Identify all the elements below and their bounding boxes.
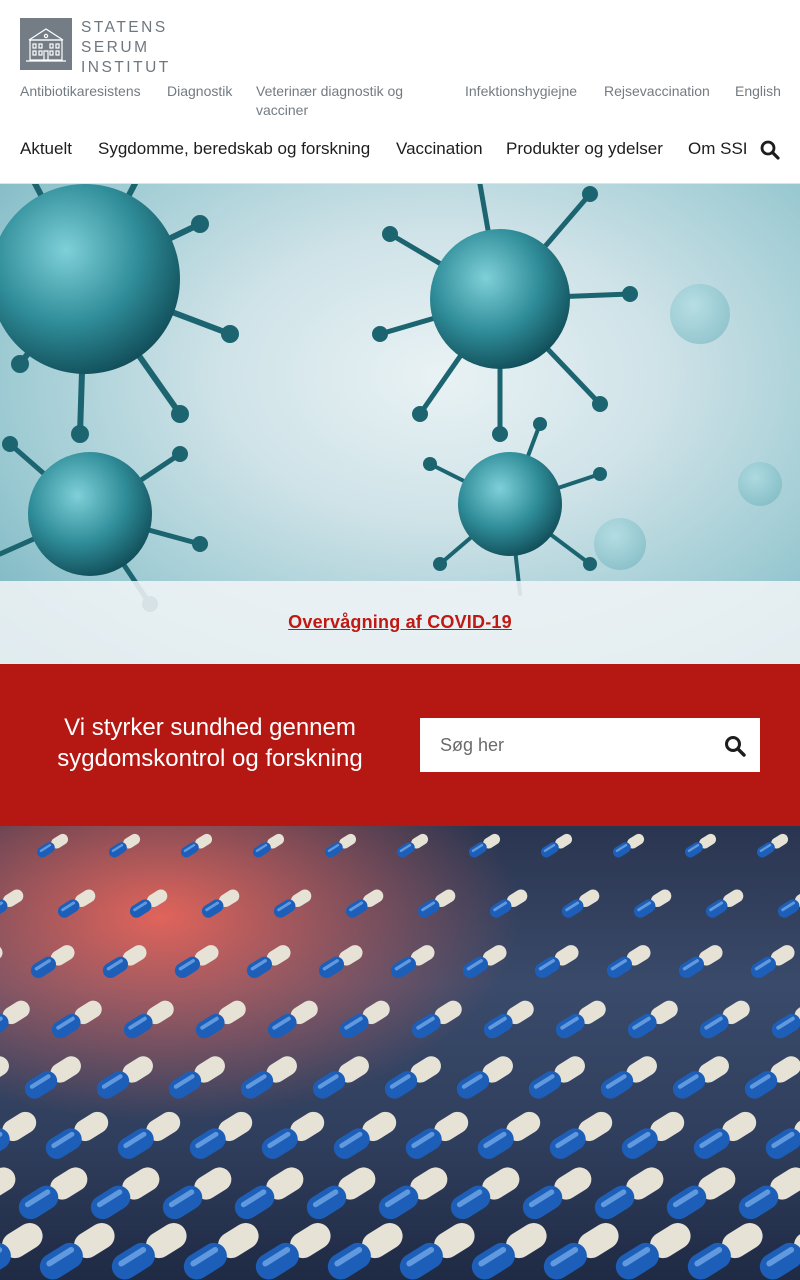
nav-item-om-ssi[interactable]: Om SSI xyxy=(688,137,748,161)
hero-link-band: Overvågning af COVID-19 xyxy=(0,581,800,664)
utility-link-antibiotikaresistens[interactable]: Antibiotikaresistens xyxy=(20,82,141,101)
search-input[interactable] xyxy=(420,718,710,772)
covid-monitoring-link[interactable]: Overvågning af COVID-19 xyxy=(288,612,512,633)
utility-link-infektionshygiejne[interactable]: Infektionshygiejne xyxy=(465,82,577,101)
nav-item-sygdomme[interactable]: Sygdomme, beredskab og forskning xyxy=(98,137,370,161)
logo-line-1: STATENS xyxy=(81,19,168,36)
tagline-line-2: sygdomskontrol og forskning xyxy=(57,745,363,772)
tagline: Vi styrker sundhed gennem sygdomskontrol… xyxy=(20,712,400,774)
utility-link-veterinaer[interactable]: Veterinær diagnostik og xyxy=(256,82,403,101)
search-icon[interactable] xyxy=(724,735,746,757)
utility-nav: Antibiotikaresistens Diagnostik Veterinæ… xyxy=(20,82,781,122)
logo-link[interactable]: STATENS SERUM INSTITUT xyxy=(20,18,171,78)
logo-line-3: INSTITUT xyxy=(81,59,171,76)
site-header: STATENS SERUM INSTITUT Antibiotikaresist… xyxy=(0,0,800,184)
nav-item-aktuelt[interactable]: Aktuelt xyxy=(20,137,72,161)
logo-line-2: SERUM xyxy=(81,39,150,56)
hero-banner: Overvågning af COVID-19 xyxy=(0,184,800,664)
utility-link-veterinaer-line2[interactable]: vacciner xyxy=(256,101,308,120)
utility-link-diagnostik[interactable]: Diagnostik xyxy=(167,82,232,101)
logo-wordmark: STATENS SERUM INSTITUT xyxy=(81,18,171,78)
search-icon[interactable] xyxy=(760,140,780,160)
site-search xyxy=(420,718,760,772)
capsules-illustration xyxy=(0,826,800,1280)
tagline-line-1: Vi styrker sundhed gennem xyxy=(64,714,356,741)
capsules-image xyxy=(0,826,800,1280)
logo-building-icon xyxy=(20,18,72,70)
utility-link-rejsevaccination[interactable]: Rejsevaccination xyxy=(604,82,710,101)
main-nav: Aktuelt Sygdomme, beredskab og forskning… xyxy=(20,137,780,161)
utility-link-english[interactable]: English xyxy=(735,82,781,101)
nav-item-produkter[interactable]: Produkter og ydelser xyxy=(506,137,663,161)
nav-item-vaccination[interactable]: Vaccination xyxy=(396,137,483,161)
